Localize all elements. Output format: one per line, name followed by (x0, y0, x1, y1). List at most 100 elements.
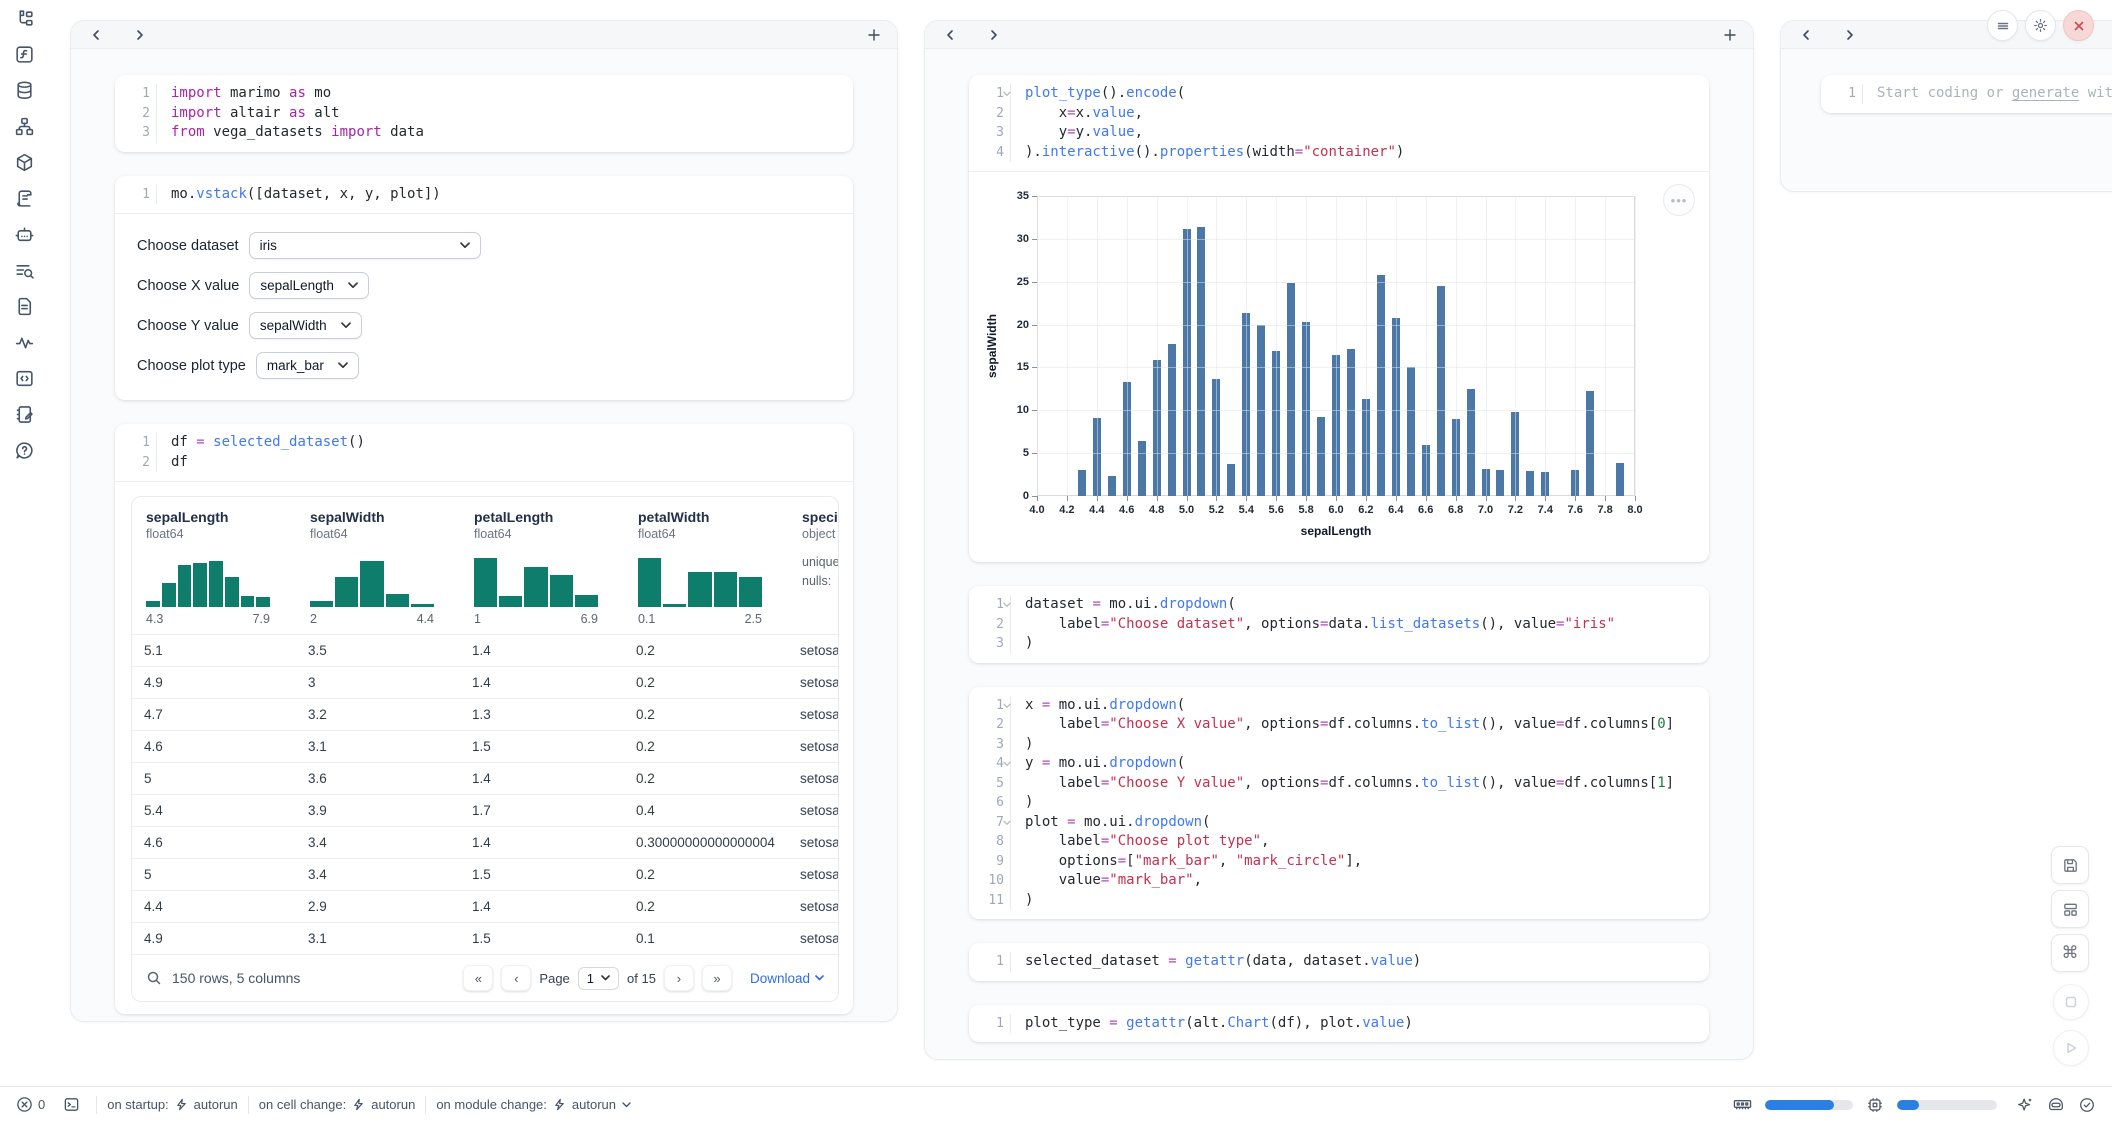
table-row[interactable]: 4.93.11.50.1setosa (132, 922, 839, 954)
table-row[interactable]: 4.63.11.50.2setosa (132, 730, 839, 762)
column-next-button[interactable] (131, 26, 149, 44)
dropdown-select[interactable]: iris (249, 232, 481, 259)
cell-widget-dropdowns[interactable]: 1234567891011x = mo.ui.dropdown( label="… (969, 687, 1709, 920)
code-line[interactable]: ) (1025, 891, 1709, 911)
code-line[interactable]: ) (1025, 634, 1709, 654)
chat-bot-icon[interactable] (0, 216, 48, 252)
column-next-button[interactable] (985, 26, 1003, 44)
table-row[interactable]: 53.61.40.2setosa (132, 762, 839, 794)
code-line[interactable]: mo.vstack([dataset, x, y, plot]) (171, 185, 853, 205)
code-line[interactable]: plot_type = getattr(alt.Chart(df), plot.… (1025, 1014, 1709, 1034)
prev-page-button[interactable]: ‹ (501, 965, 531, 991)
stop-button[interactable] (2053, 984, 2089, 1020)
connection-status-button[interactable] (2078, 1096, 2096, 1114)
code-line[interactable]: x = mo.ui.dropdown( (1025, 696, 1709, 716)
table-row[interactable]: 5.13.51.40.2setosa (132, 634, 839, 666)
copilot-button[interactable] (2047, 1096, 2065, 1114)
close-button[interactable] (2063, 10, 2094, 41)
package-icon[interactable] (0, 144, 48, 180)
terminal-button[interactable] (63, 1096, 80, 1113)
add-cell-button[interactable] (1723, 28, 1737, 42)
code-line[interactable]: label="Choose dataset", options=data.lis… (1025, 615, 1709, 635)
layout-button[interactable] (2051, 890, 2089, 928)
column-header[interactable]: petalLengthfloat6416.9 (460, 509, 624, 626)
table-row[interactable]: 5.43.91.70.4setosa (132, 794, 839, 826)
code-line[interactable]: options=["mark_bar", "mark_circle"], (1025, 852, 1709, 872)
table-row[interactable]: 4.42.91.40.2setosa (132, 890, 839, 922)
file-tree-icon[interactable] (0, 0, 48, 36)
column-prev-button[interactable] (87, 26, 105, 44)
dropdown-select[interactable]: mark_bar (256, 352, 359, 379)
code-snippet-icon[interactable] (0, 360, 48, 396)
code-line[interactable]: df (171, 453, 853, 473)
code-line[interactable]: label="Choose plot type", (1025, 832, 1709, 852)
run-button[interactable] (2053, 1030, 2089, 1066)
ai-assist-button[interactable] (2016, 1096, 2034, 1114)
table-row[interactable]: 4.73.21.30.2setosa (132, 698, 839, 730)
database-icon[interactable] (0, 72, 48, 108)
code-line[interactable]: x=x.value, (1025, 104, 1709, 124)
last-page-button[interactable]: » (702, 965, 732, 991)
dependency-graph-icon[interactable] (0, 108, 48, 144)
autorun-setting[interactable]: on cell change:autorun (255, 1097, 420, 1112)
activity-icon[interactable] (0, 324, 48, 360)
cell-selected-dataset[interactable]: 1selected_dataset = getattr(data, datase… (969, 943, 1709, 981)
column-next-button[interactable] (1841, 26, 1859, 44)
keyboard-shortcuts-button[interactable]: ⌘ (2051, 934, 2089, 972)
autorun-setting[interactable]: on module change:autorun (432, 1097, 635, 1112)
code-line[interactable]: import altair as alt (171, 104, 853, 124)
column-prev-button[interactable] (941, 26, 959, 44)
generate-link[interactable]: generate (2012, 85, 2079, 101)
page-select[interactable]: 1 (578, 967, 619, 990)
cell-plot-type[interactable]: 1plot_type = getattr(alt.Chart(df), plot… (969, 1005, 1709, 1043)
cell-empty[interactable]: 1 Start coding or generate with (1821, 75, 2112, 113)
code-line[interactable]: label="Choose X value", options=df.colum… (1025, 715, 1709, 735)
add-cell-button[interactable] (867, 28, 881, 42)
table-row[interactable]: 4.931.40.2setosa (132, 666, 839, 698)
error-indicator[interactable]: 0 (16, 1096, 45, 1113)
column-header[interactable]: speciesobjectunique:nulls: (788, 509, 839, 626)
download-button[interactable]: Download (750, 971, 824, 986)
dropdown-select[interactable]: sepalWidth (249, 312, 362, 339)
code-line[interactable]: from vega_datasets import data (171, 123, 853, 143)
outline-search-icon[interactable] (0, 252, 48, 288)
menu-button[interactable] (1987, 10, 2018, 41)
code-line[interactable]: label="Choose Y value", options=df.colum… (1025, 774, 1709, 794)
code-placeholder[interactable]: Start coding or generate with (1877, 84, 2112, 104)
code-line[interactable]: dataset = mo.ui.dropdown( (1025, 595, 1709, 615)
cell-plot[interactable]: 1234plot_type().encode( x=x.value, y=y.v… (969, 75, 1709, 562)
code-line[interactable]: value="mark_bar", (1025, 871, 1709, 891)
cell-vstack[interactable]: 1mo.vstack([dataset, x, y, plot]) Choose… (115, 176, 853, 401)
column-header[interactable]: sepalWidthfloat6424.4 (296, 509, 460, 626)
scroll-icon[interactable] (0, 180, 48, 216)
code-line[interactable]: y=y.value, (1025, 123, 1709, 143)
autorun-setting[interactable]: on startup:autorun (103, 1097, 242, 1112)
code-line[interactable]: ) (1025, 735, 1709, 755)
settings-button[interactable] (2025, 10, 2056, 41)
next-page-button[interactable]: › (664, 965, 694, 991)
cell-dataset-dropdown[interactable]: 123dataset = mo.ui.dropdown( label="Choo… (969, 586, 1709, 663)
chart-menu-button[interactable]: ••• (1663, 184, 1695, 216)
code-line[interactable]: selected_dataset = getattr(data, dataset… (1025, 952, 1709, 972)
bar-chart[interactable]: 051015202530354.04.24.44.64.85.05.25.45.… (985, 188, 1651, 552)
cell-dataframe[interactable]: 12df = selected_dataset()df sepalLengthf… (115, 424, 853, 1014)
column-prev-button[interactable] (1797, 26, 1815, 44)
scratchpad-icon[interactable] (0, 396, 48, 432)
column-header[interactable]: petalWidthfloat640.12.5 (624, 509, 788, 626)
code-line[interactable]: df = selected_dataset() (171, 433, 853, 453)
dropdown-select[interactable]: sepalLength (249, 272, 369, 299)
code-line[interactable]: import marimo as mo (171, 84, 853, 104)
code-line[interactable]: plot = mo.ui.dropdown( (1025, 813, 1709, 833)
table-row[interactable]: 4.63.41.40.30000000000000004setosa (132, 826, 839, 858)
help-icon[interactable] (0, 432, 48, 468)
document-icon[interactable] (0, 288, 48, 324)
code-line[interactable]: ) (1025, 793, 1709, 813)
code-line[interactable]: ).interactive().properties(width="contai… (1025, 143, 1709, 163)
save-button[interactable] (2051, 846, 2089, 884)
code-line[interactable]: plot_type().encode( (1025, 84, 1709, 104)
function-icon[interactable] (0, 36, 48, 72)
table-row[interactable]: 53.41.50.2setosa (132, 858, 839, 890)
first-page-button[interactable]: « (463, 965, 493, 991)
cell-imports[interactable]: 123import marimo as moimport altair as a… (115, 75, 853, 152)
column-header[interactable]: sepalLengthfloat644.37.9 (132, 509, 296, 626)
